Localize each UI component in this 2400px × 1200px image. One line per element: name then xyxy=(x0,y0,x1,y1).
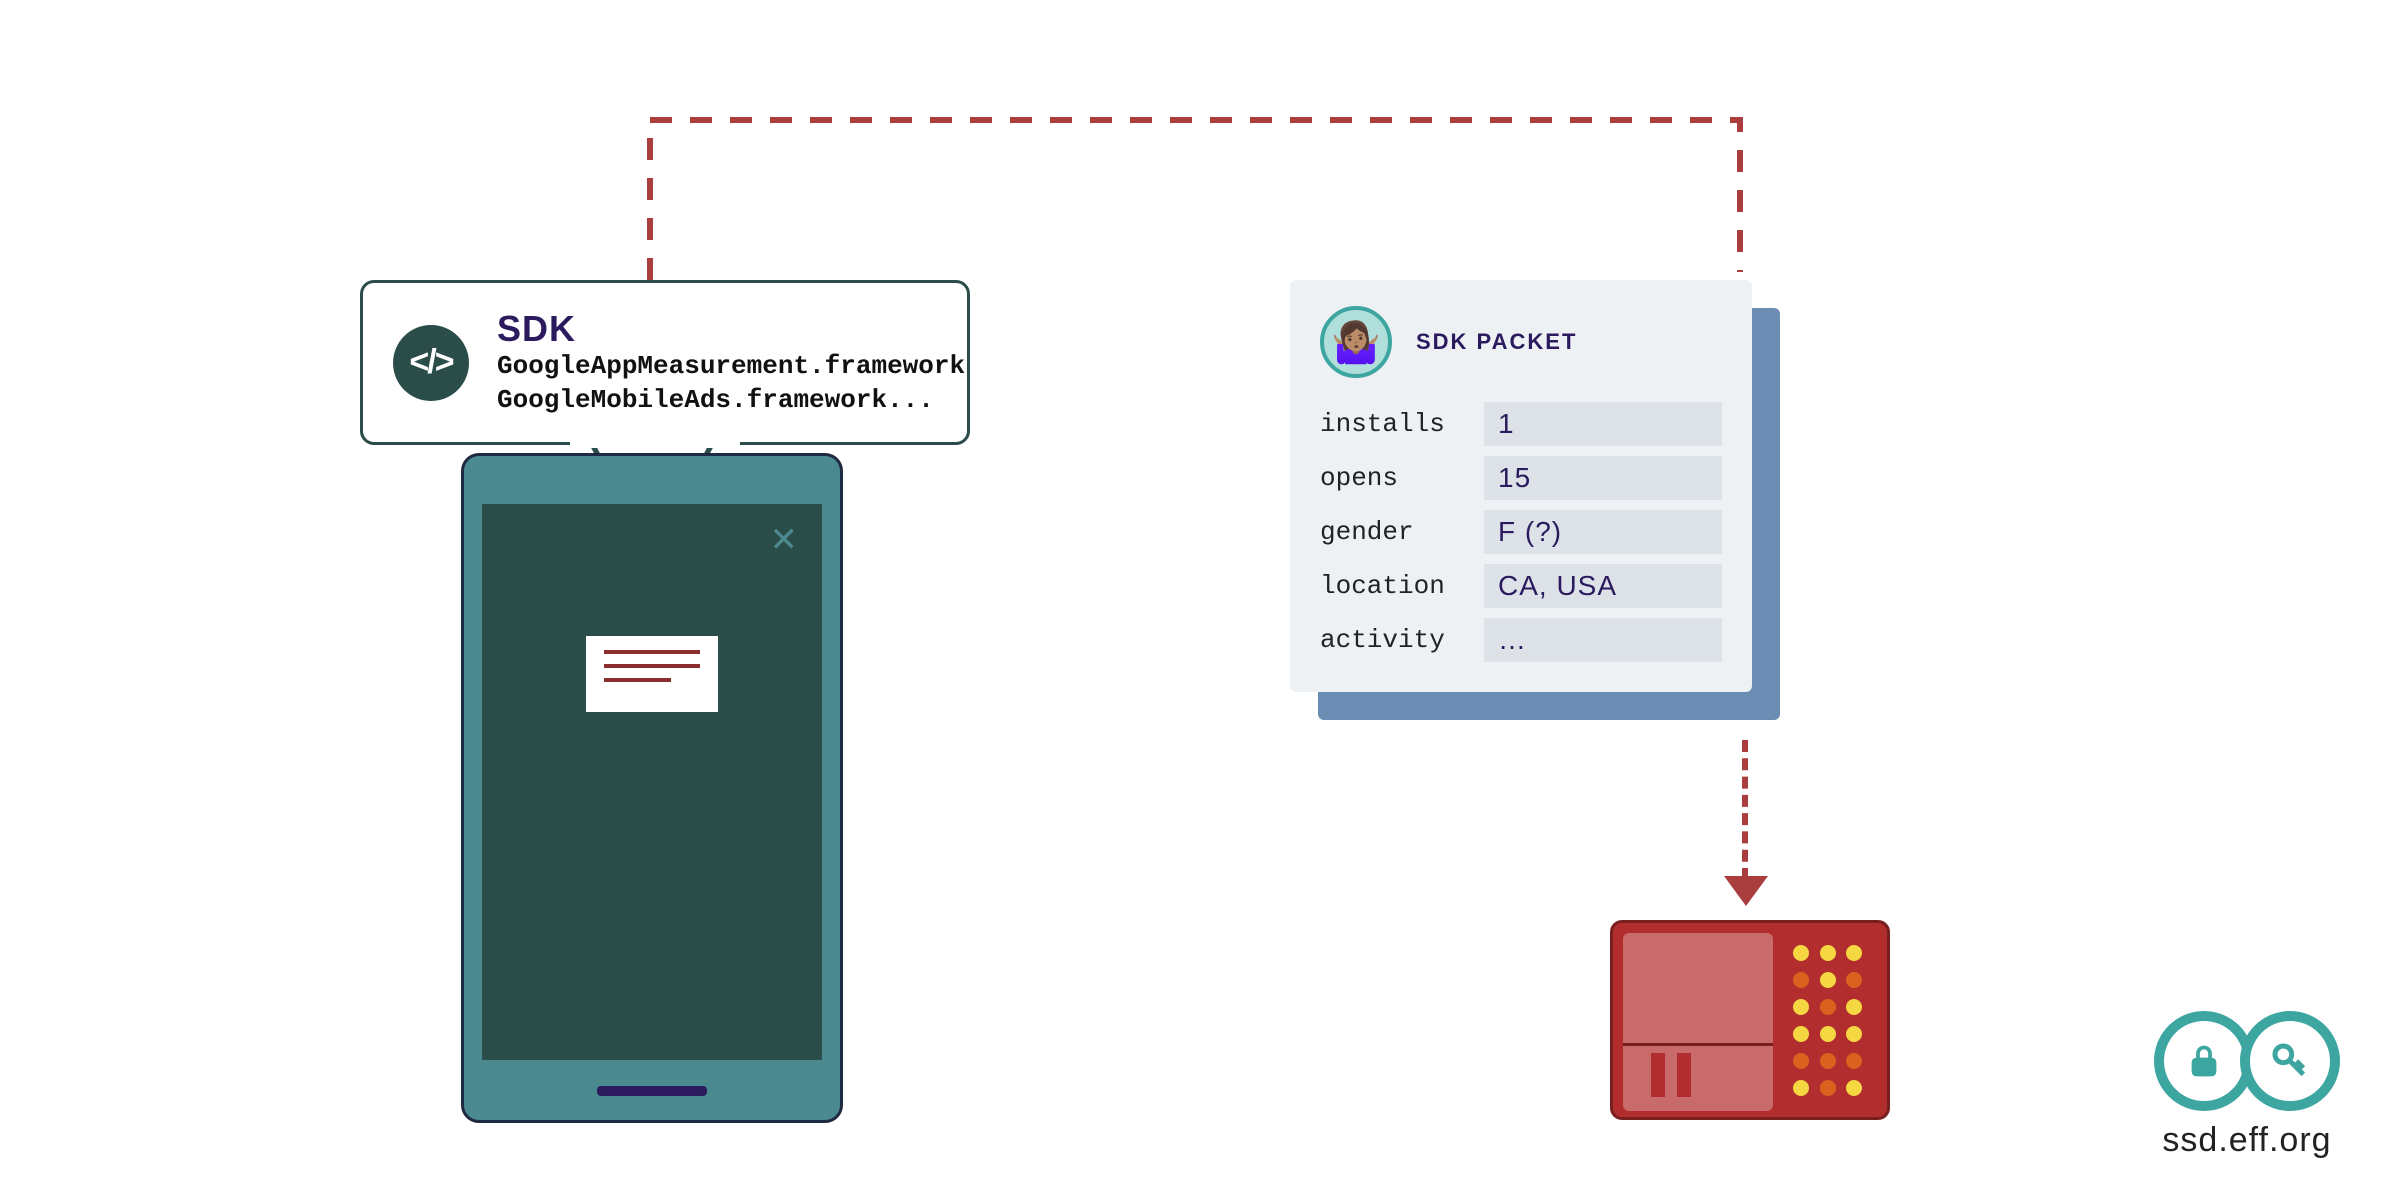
sdk-packet-card: 🤷🏽‍♀️ SDK PACKET installs 1 opens 15 gen… xyxy=(1290,280,1780,720)
lock-circle xyxy=(2154,1011,2254,1111)
packet-label: activity xyxy=(1320,625,1466,655)
packet-row: opens 15 xyxy=(1320,456,1722,500)
led-icon xyxy=(1846,1080,1862,1096)
led-icon xyxy=(1793,999,1809,1015)
brand-url: ssd.eff.org xyxy=(2162,1121,2331,1160)
led-icon xyxy=(1793,1026,1809,1042)
led-icon xyxy=(1820,1026,1836,1042)
led-icon xyxy=(1820,1053,1836,1069)
close-icon: ✕ xyxy=(770,520,799,560)
server-slot xyxy=(1677,1053,1691,1097)
led-icon xyxy=(1793,1053,1809,1069)
led-icon xyxy=(1820,945,1836,961)
flow-arrow-phone-to-packet xyxy=(0,0,2400,1200)
sdk-callout: </> SDK GoogleAppMeasurement.framework G… xyxy=(360,280,970,445)
packet-value: 1 xyxy=(1484,402,1722,446)
packet-header: 🤷🏽‍♀️ SDK PACKET xyxy=(1320,306,1722,378)
packet-value: … xyxy=(1484,618,1722,662)
brand-circles xyxy=(2154,1011,2340,1111)
sdk-framework-line-1: GoogleAppMeasurement.framework xyxy=(497,350,965,384)
packet-label: opens xyxy=(1320,463,1466,493)
callout-pointer-cover xyxy=(570,438,740,448)
led-icon xyxy=(1820,999,1836,1015)
led-icon xyxy=(1820,972,1836,988)
led-icon xyxy=(1793,945,1809,961)
led-icon xyxy=(1793,1080,1809,1096)
packet-label: location xyxy=(1320,571,1466,601)
flow-arrow-packet-to-server xyxy=(1742,740,1748,880)
led-icon xyxy=(1846,1053,1862,1069)
sdk-title: SDK xyxy=(497,308,965,350)
packet-row: activity … xyxy=(1320,618,1722,662)
sdk-framework-line-2: GoogleMobileAds.framework... xyxy=(497,384,965,418)
card-line xyxy=(604,664,700,668)
server-drive-bay xyxy=(1623,933,1773,1111)
avatar-icon: 🤷🏽‍♀️ xyxy=(1320,306,1392,378)
avatar-emoji: 🤷🏽‍♀️ xyxy=(1331,319,1381,366)
server-device xyxy=(1610,920,1890,1120)
led-icon xyxy=(1846,1026,1862,1042)
card-line xyxy=(604,650,700,654)
brand-logo: ssd.eff.org xyxy=(2154,1011,2340,1160)
led-icon xyxy=(1846,999,1862,1015)
led-icon xyxy=(1846,945,1862,961)
led-icon xyxy=(1846,972,1862,988)
led-icon xyxy=(1820,1080,1836,1096)
packet-row: installs 1 xyxy=(1320,402,1722,446)
phone-device: ✕ xyxy=(461,453,843,1123)
packet-row: location CA, USA xyxy=(1320,564,1722,608)
packet-value: 15 xyxy=(1484,456,1722,500)
packet-label: installs xyxy=(1320,409,1466,439)
packet-label: gender xyxy=(1320,517,1466,547)
card-line xyxy=(604,678,671,682)
server-led-panel xyxy=(1781,933,1877,1111)
lock-icon xyxy=(2186,1043,2222,1079)
key-icon xyxy=(2270,1041,2310,1081)
server-slot xyxy=(1651,1053,1665,1097)
phone-home-indicator xyxy=(597,1086,707,1096)
packet-value: F (?) xyxy=(1484,510,1722,554)
key-circle xyxy=(2240,1011,2340,1111)
packet-title: SDK PACKET xyxy=(1416,329,1577,355)
phone-ad-card xyxy=(584,634,720,714)
led-icon xyxy=(1793,972,1809,988)
server-divider xyxy=(1623,1043,1773,1046)
packet-body: 🤷🏽‍♀️ SDK PACKET installs 1 opens 15 gen… xyxy=(1290,280,1752,692)
packet-value: CA, USA xyxy=(1484,564,1722,608)
phone-screen: ✕ xyxy=(482,504,822,1060)
code-icon-glyph: </> xyxy=(409,343,452,382)
arrow-head-icon xyxy=(1724,876,1768,906)
packet-row: gender F (?) xyxy=(1320,510,1722,554)
code-icon: </> xyxy=(393,325,469,401)
sdk-callout-text: SDK GoogleAppMeasurement.framework Googl… xyxy=(497,308,965,418)
